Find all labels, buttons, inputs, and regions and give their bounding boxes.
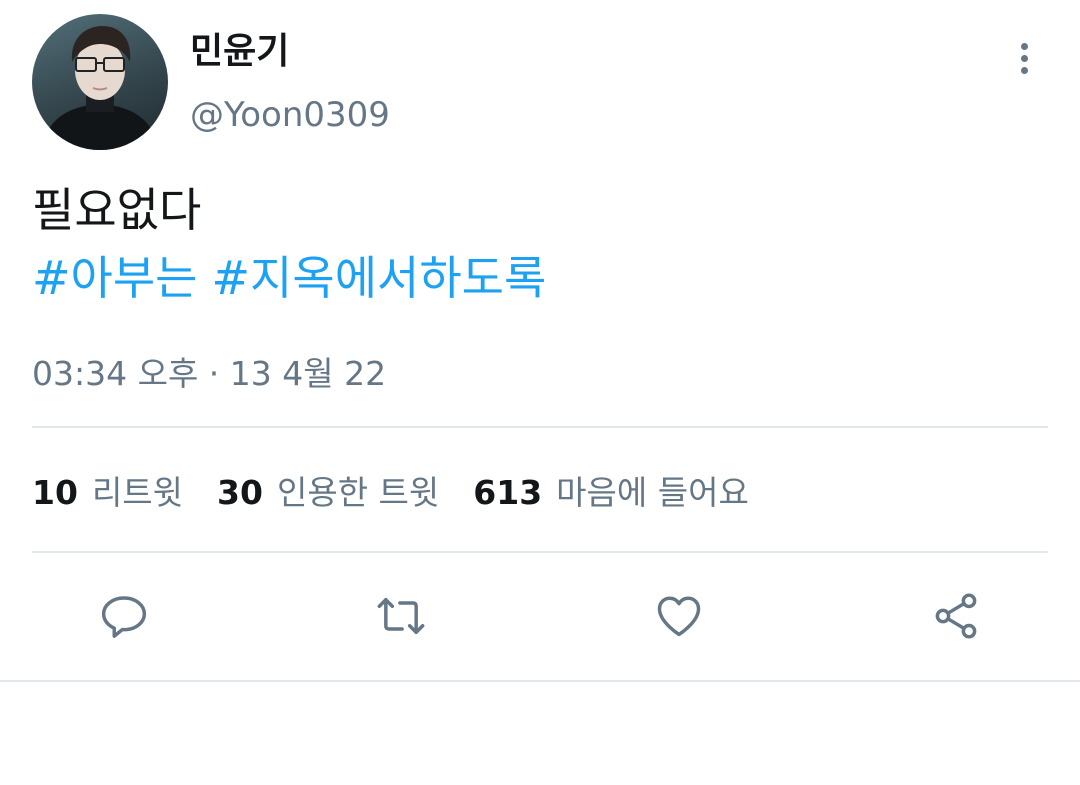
- retweet-icon: [377, 598, 425, 634]
- like-count[interactable]: 613 마음에 들어요: [473, 472, 749, 514]
- tweet-timestamp: 03:34 오후 · 13 4월 22: [32, 354, 387, 393]
- display-name[interactable]: 민윤기: [190, 30, 289, 74]
- avatar[interactable]: [32, 14, 168, 150]
- like-button[interactable]: [651, 588, 707, 644]
- heart-icon: [657, 596, 701, 637]
- stat-count: 10: [32, 473, 78, 512]
- reply-button[interactable]: [96, 588, 152, 644]
- share-button[interactable]: [928, 588, 984, 644]
- retweet-count[interactable]: 10 리트윗: [32, 472, 183, 514]
- quote-tweet-count[interactable]: 30 인용한 트윗: [217, 472, 439, 514]
- divider: [32, 551, 1048, 553]
- hashtag-line: #아부는 #지옥에서하도록: [32, 248, 560, 308]
- share-icon: [935, 593, 977, 639]
- stat-label: 리트윗: [91, 473, 184, 512]
- stat-count: 30: [217, 473, 263, 512]
- hashtag-link[interactable]: #지옥에서하도록: [212, 251, 547, 305]
- tweet-text: 필요없다: [32, 183, 202, 237]
- stat-count: 613: [473, 473, 543, 512]
- reply-icon: [101, 596, 147, 638]
- retweet-button[interactable]: [373, 588, 429, 644]
- user-handle[interactable]: @Yoon0309: [190, 94, 390, 136]
- stat-label: 인용한 트윗: [276, 473, 440, 512]
- stat-label: 마음에 들어요: [556, 473, 749, 512]
- more-vertical-icon: [1020, 42, 1028, 50]
- engagement-stats: 10 리트윗 30 인용한 트윗 613 마음에 들어요: [32, 472, 783, 514]
- avatar-photo: [42, 26, 158, 150]
- divider: [32, 426, 1048, 428]
- more-options-button[interactable]: [1004, 38, 1044, 78]
- hashtag-link[interactable]: #아부는: [32, 251, 198, 305]
- bottom-divider: [0, 680, 1080, 682]
